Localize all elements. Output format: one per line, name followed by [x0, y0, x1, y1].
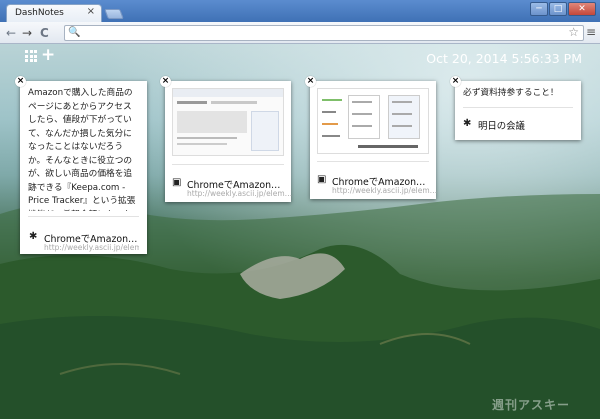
note-close-icon[interactable]: ×	[15, 76, 26, 87]
add-note-button[interactable]: +	[41, 45, 55, 65]
browser-toolbar: ← → C 🔍 ☆ ≡	[0, 22, 600, 44]
title-bar: DashNotes × ─ □ ✕	[0, 0, 600, 22]
image-icon: ▣	[317, 174, 327, 185]
note-close-icon[interactable]: ×	[450, 76, 461, 87]
forward-button[interactable]: →	[22, 25, 32, 41]
note-card[interactable]: × ▣ ChromeでAmazon… http://weekly.ascii.j…	[305, 76, 437, 199]
address-bar[interactable]: 🔍 ☆	[64, 25, 584, 41]
note-divider	[28, 216, 139, 217]
checklist-item-text: 明日の会議	[478, 121, 525, 132]
back-button[interactable]: ←	[6, 25, 16, 41]
note-card[interactable]: × ▣ ChromeでAmazon… http://weekly.ascii.j…	[160, 76, 292, 202]
note-divider	[317, 161, 429, 162]
note-close-icon[interactable]: ×	[160, 76, 171, 87]
chrome-menu-icon[interactable]: ≡	[586, 25, 596, 39]
note-divider	[172, 164, 284, 165]
watermark-logo: 週刊アスキー	[491, 398, 570, 412]
new-tab-button[interactable]	[104, 9, 124, 19]
clock-display: Oct 20, 2014 5:56:33 PM	[426, 51, 582, 66]
maximize-button[interactable]: □	[549, 2, 567, 16]
apps-grid-icon[interactable]	[25, 50, 37, 62]
browser-tab[interactable]: DashNotes ×	[6, 4, 102, 22]
link-url: http://weekly.ascii.jp/elem…	[187, 189, 293, 198]
note-close-icon[interactable]: ×	[305, 76, 316, 87]
reload-button[interactable]: C	[40, 25, 49, 41]
search-icon: 🔍	[68, 27, 81, 38]
minimize-button[interactable]: ─	[530, 2, 548, 16]
note-text: Amazonで購入した商品のページにあとからアクセスしたら、値段が下がっていて、…	[28, 88, 136, 211]
link-url: http://weekly.ascii.jp/elem…	[332, 186, 438, 195]
tab-title: DashNotes	[15, 8, 64, 18]
note-text: 必ず資料持参すること！	[463, 88, 559, 98]
image-icon: ▣	[172, 177, 182, 188]
tab-close-icon[interactable]: ×	[87, 6, 95, 17]
note-divider	[463, 107, 573, 108]
close-window-button[interactable]: ✕	[568, 2, 596, 16]
note-card[interactable]: × 必ず資料持参すること！ ✱ 明日の会議	[450, 76, 581, 140]
window-controls: ─ □ ✕	[530, 2, 596, 16]
bullet-icon: ✱	[463, 118, 472, 129]
bookmark-icon: ✱	[29, 231, 38, 242]
note-card[interactable]: × Amazonで購入した商品のページにあとからアクセスしたら、値段が下がってい…	[15, 76, 147, 254]
link-url: http://weekly.ascii.jp/elem…	[44, 243, 139, 252]
page-thumbnail	[317, 88, 429, 154]
page-thumbnail	[172, 88, 284, 156]
bookmark-star-icon[interactable]: ☆	[568, 25, 579, 39]
